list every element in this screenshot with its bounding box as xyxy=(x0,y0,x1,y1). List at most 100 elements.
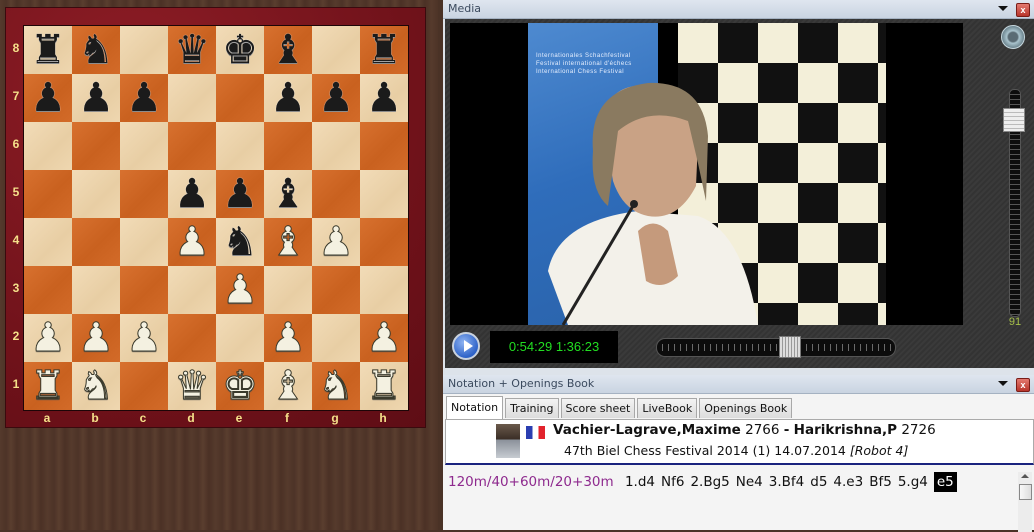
square-g8[interactable] xyxy=(312,26,360,74)
black-king-icon[interactable]: ♚ xyxy=(222,26,258,74)
square-f6[interactable] xyxy=(264,122,312,170)
speaker-icon[interactable] xyxy=(1001,25,1025,49)
square-a8[interactable]: ♜ xyxy=(24,26,72,74)
square-f2[interactable]: ♟ xyxy=(264,314,312,362)
white-queen-icon[interactable]: ♛ xyxy=(174,362,211,410)
move[interactable]: e5 xyxy=(933,472,957,492)
scrollbar-thumb[interactable] xyxy=(1019,484,1032,500)
black-rook-icon[interactable]: ♜ xyxy=(30,26,66,74)
square-h3[interactable] xyxy=(360,266,408,314)
square-f7[interactable]: ♟ xyxy=(264,74,312,122)
square-b2[interactable]: ♟ xyxy=(72,314,120,362)
black-knight-icon[interactable]: ♞ xyxy=(222,218,258,266)
square-h7[interactable]: ♟ xyxy=(360,74,408,122)
square-d5[interactable]: ♟ xyxy=(168,170,216,218)
black-pawn-icon[interactable]: ♟ xyxy=(318,74,354,122)
square-d3[interactable] xyxy=(168,266,216,314)
square-d7[interactable] xyxy=(168,74,216,122)
square-g1[interactable]: ♞ xyxy=(312,362,360,410)
square-e6[interactable] xyxy=(216,122,264,170)
seek-bar[interactable] xyxy=(656,336,896,358)
black-bishop-icon[interactable]: ♝ xyxy=(270,170,306,218)
square-a3[interactable] xyxy=(24,266,72,314)
seek-bar-thumb[interactable] xyxy=(779,336,802,358)
square-f4[interactable]: ♝ xyxy=(264,218,312,266)
square-f5[interactable]: ♝ xyxy=(264,170,312,218)
square-a1[interactable]: ♜ xyxy=(24,362,72,410)
notation-panel-menu-icon[interactable] xyxy=(998,381,1008,386)
square-e3[interactable]: ♟ xyxy=(216,266,264,314)
move[interactable]: d5 xyxy=(810,474,827,490)
square-e1[interactable]: ♚ xyxy=(216,362,264,410)
white-pawn-icon[interactable]: ♟ xyxy=(318,218,355,266)
move[interactable]: Nf6 xyxy=(661,474,684,490)
square-e5[interactable]: ♟ xyxy=(216,170,264,218)
square-g6[interactable] xyxy=(312,122,360,170)
white-knight-icon[interactable]: ♞ xyxy=(318,362,355,410)
white-pawn-icon[interactable]: ♟ xyxy=(270,314,307,362)
square-b5[interactable] xyxy=(72,170,120,218)
black-pawn-icon[interactable]: ♟ xyxy=(366,74,402,122)
black-pawn-icon[interactable]: ♟ xyxy=(222,170,258,218)
tab-livebook[interactable]: LiveBook xyxy=(637,398,698,418)
square-h8[interactable]: ♜ xyxy=(360,26,408,74)
white-pawn-icon[interactable]: ♟ xyxy=(222,266,259,314)
black-bishop-icon[interactable]: ♝ xyxy=(270,26,306,74)
video-frame[interactable]: Internationales Schachfestival Festival … xyxy=(450,23,963,325)
move[interactable]: Bf5 xyxy=(869,474,892,490)
square-a4[interactable] xyxy=(24,218,72,266)
tab-score-sheet[interactable]: Score sheet xyxy=(560,398,636,418)
square-e4[interactable]: ♞ xyxy=(216,218,264,266)
square-b3[interactable] xyxy=(72,266,120,314)
media-panel-close-icon[interactable]: x xyxy=(1016,3,1030,17)
square-e7[interactable] xyxy=(216,74,264,122)
square-g3[interactable] xyxy=(312,266,360,314)
square-e2[interactable] xyxy=(216,314,264,362)
volume-slider-thumb[interactable] xyxy=(1003,108,1025,133)
square-c2[interactable]: ♟ xyxy=(120,314,168,362)
square-h5[interactable] xyxy=(360,170,408,218)
move[interactable]: 1.d4 xyxy=(625,474,655,490)
move[interactable]: 3.Bf4 xyxy=(769,474,804,490)
square-h2[interactable]: ♟ xyxy=(360,314,408,362)
white-pawn-icon[interactable]: ♟ xyxy=(126,314,163,362)
square-d1[interactable]: ♛ xyxy=(168,362,216,410)
square-f1[interactable]: ♝ xyxy=(264,362,312,410)
tab-training[interactable]: Training xyxy=(505,398,559,418)
black-pawn-icon[interactable]: ♟ xyxy=(126,74,162,122)
square-c5[interactable] xyxy=(120,170,168,218)
white-player-name[interactable]: Vachier-Lagrave,Maxime xyxy=(553,422,741,438)
square-d8[interactable]: ♛ xyxy=(168,26,216,74)
black-pawn-icon[interactable]: ♟ xyxy=(270,74,306,122)
square-c4[interactable] xyxy=(120,218,168,266)
square-d2[interactable] xyxy=(168,314,216,362)
white-pawn-icon[interactable]: ♟ xyxy=(30,314,67,362)
black-pawn-icon[interactable]: ♟ xyxy=(30,74,66,122)
white-pawn-icon[interactable]: ♟ xyxy=(78,314,115,362)
black-pawn-icon[interactable]: ♟ xyxy=(78,74,114,122)
white-king-icon[interactable]: ♚ xyxy=(222,362,259,410)
black-pawn-icon[interactable]: ♟ xyxy=(174,170,210,218)
black-player-name[interactable]: Harikrishna,P xyxy=(794,422,897,438)
square-h6[interactable] xyxy=(360,122,408,170)
media-panel-menu-icon[interactable] xyxy=(998,6,1008,11)
square-d6[interactable] xyxy=(168,122,216,170)
square-b7[interactable]: ♟ xyxy=(72,74,120,122)
square-g4[interactable]: ♟ xyxy=(312,218,360,266)
white-rook-icon[interactable]: ♜ xyxy=(30,362,67,410)
square-b4[interactable] xyxy=(72,218,120,266)
notation-panel-close-icon[interactable]: x xyxy=(1016,378,1030,392)
square-f3[interactable] xyxy=(264,266,312,314)
square-h4[interactable] xyxy=(360,218,408,266)
square-d4[interactable]: ♟ xyxy=(168,218,216,266)
square-c1[interactable] xyxy=(120,362,168,410)
square-c7[interactable]: ♟ xyxy=(120,74,168,122)
scroll-up-icon[interactable] xyxy=(1021,474,1029,478)
black-queen-icon[interactable]: ♛ xyxy=(174,26,210,74)
play-icon[interactable] xyxy=(452,332,480,360)
square-c6[interactable] xyxy=(120,122,168,170)
notation-scrollbar[interactable] xyxy=(1018,472,1032,532)
square-f8[interactable]: ♝ xyxy=(264,26,312,74)
move[interactable]: 4.e3 xyxy=(833,474,863,490)
white-pawn-icon[interactable]: ♟ xyxy=(174,218,211,266)
